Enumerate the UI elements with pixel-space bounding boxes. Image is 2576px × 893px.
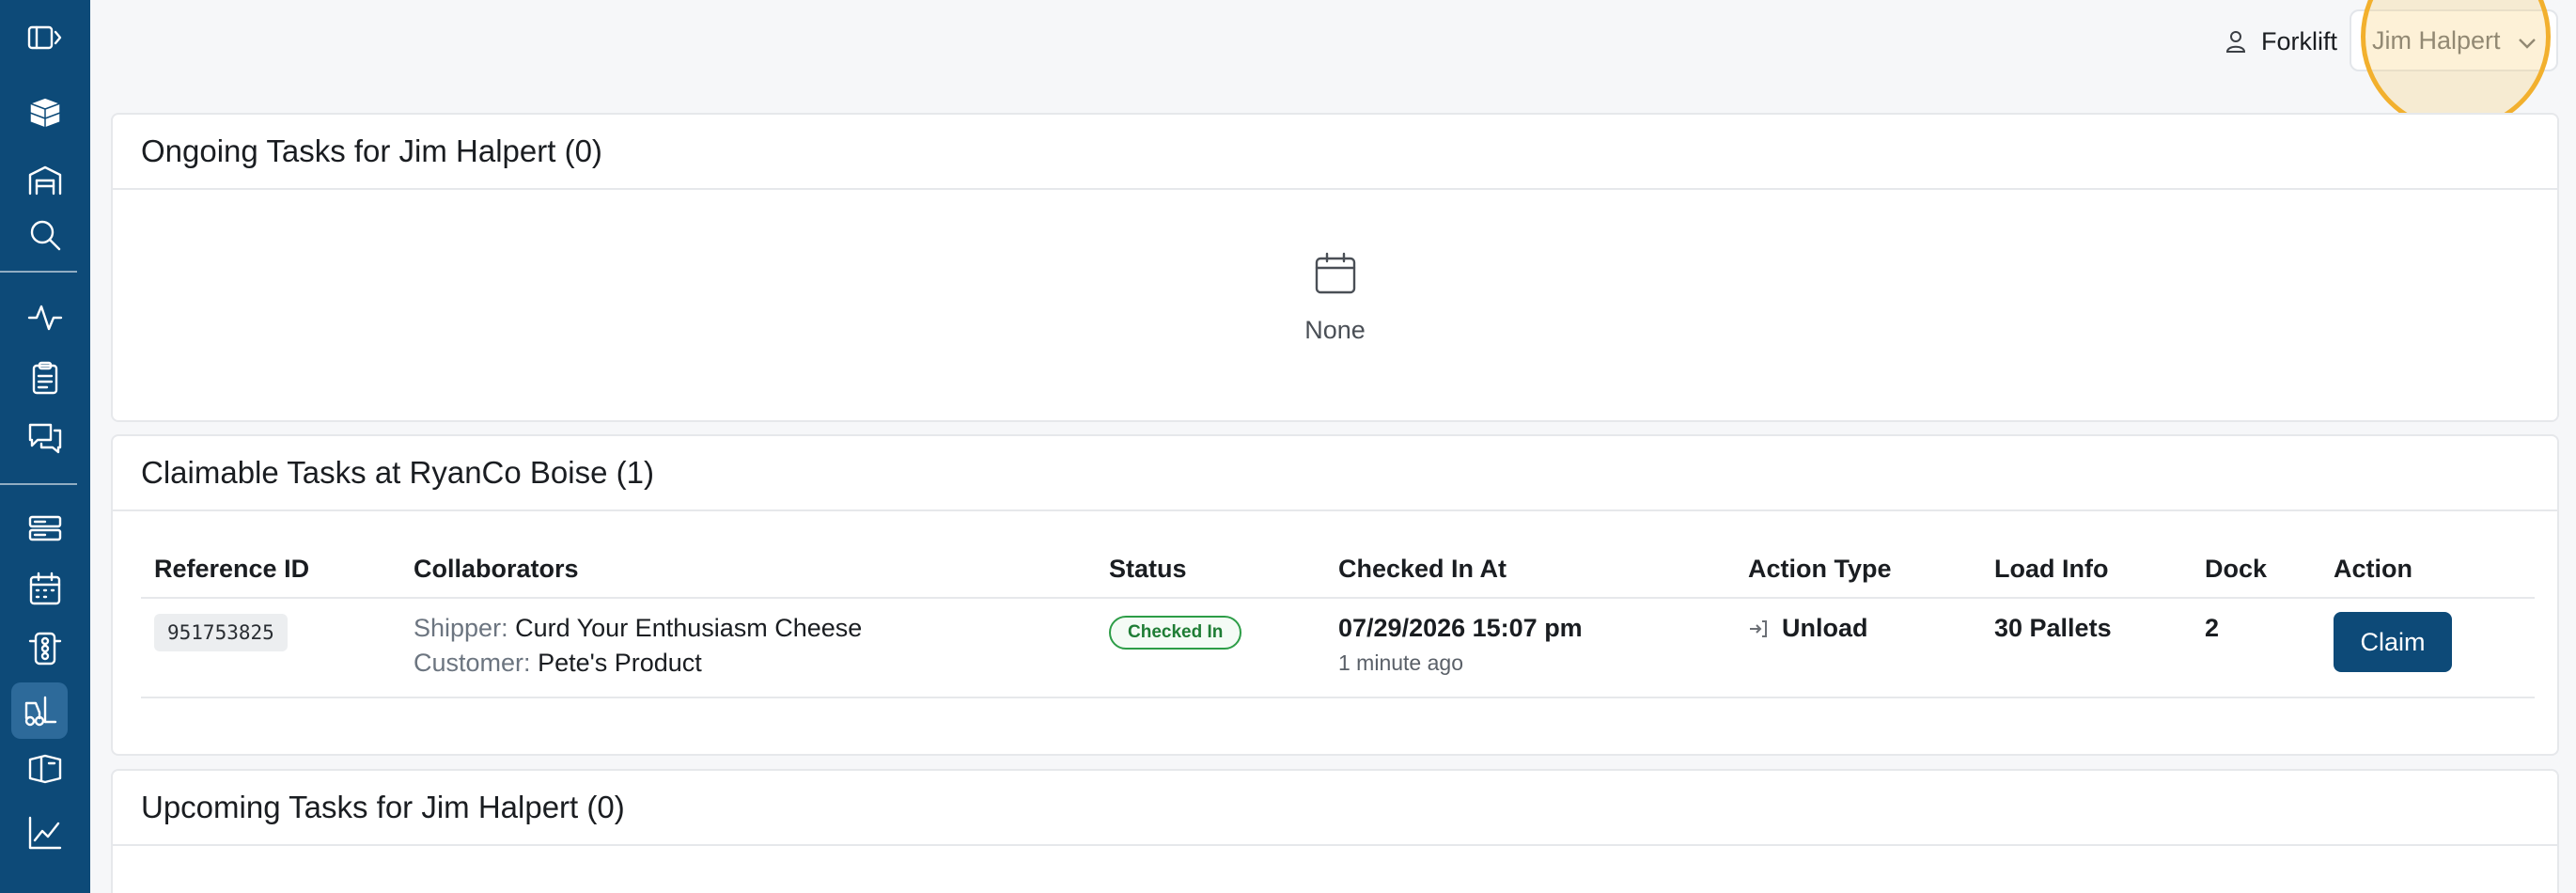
sidebar-item-warehouse[interactable] — [0, 154, 90, 207]
traffic-light-icon — [28, 632, 62, 666]
ongoing-tasks-panel: Ongoing Tasks for Jim Halpert (0) None — [111, 113, 2559, 422]
checked-in-relative: 1 minute ago — [1338, 650, 1463, 675]
status-badge: Checked In — [1109, 616, 1242, 650]
checked-in-cell: 07/29/2026 15:07 pm 1 minute ago — [1325, 598, 1735, 698]
cube-logo-icon — [29, 97, 61, 129]
box-icon — [28, 754, 62, 784]
user-select[interactable]: Jim Halpert — [2350, 9, 2558, 71]
calendar-icon — [1315, 252, 1355, 294]
column-header: Status — [1096, 541, 1325, 599]
user-icon — [2225, 31, 2246, 53]
upcoming-tasks-title: Upcoming Tasks for Jim Halpert (0) — [113, 771, 2557, 846]
column-header: Dock — [2192, 541, 2320, 599]
role-label: Forklift — [2261, 26, 2337, 55]
warehouse-icon — [28, 165, 62, 196]
claimable-tasks-title: Claimable Tasks at RyanCo Boise (1) — [113, 436, 2557, 511]
customer-label: Customer: — [414, 649, 531, 677]
sidebar-item-tasks[interactable] — [0, 352, 90, 404]
checked-in-time: 07/29/2026 15:07 pm — [1338, 614, 1583, 642]
sidebar-divider — [0, 271, 77, 273]
activity-icon — [27, 305, 63, 331]
table-row: 951753825 Shipper: Curd Your Enthusiasm … — [141, 598, 2535, 698]
claim-button[interactable]: Claim — [2334, 612, 2452, 672]
server-icon — [28, 515, 62, 541]
clipboard-icon — [32, 361, 58, 395]
sign-in-icon — [1750, 619, 1767, 637]
action-type-cell: Unload — [1735, 598, 1981, 698]
sidebar-item-dock-status[interactable] — [0, 622, 90, 675]
chevron-down-icon — [2519, 39, 2536, 49]
reference-id-cell: 951753825 — [141, 598, 400, 698]
empty-state: None — [113, 250, 2557, 345]
sidebar-item-activity[interactable] — [0, 291, 90, 344]
user-select-value: Jim Halpert — [2372, 25, 2501, 55]
sidebar-divider — [0, 483, 77, 485]
search-icon — [30, 220, 61, 251]
column-header: Reference ID — [141, 541, 400, 599]
claimable-tasks-panel: Claimable Tasks at RyanCo Boise (1) Refe… — [111, 434, 2559, 756]
chart-icon — [28, 816, 62, 850]
upcoming-tasks-panel: Upcoming Tasks for Jim Halpert (0) — [111, 769, 2559, 893]
column-header: Load Info — [1981, 541, 2192, 599]
calendar-icon — [29, 572, 61, 605]
chat-icon — [28, 423, 62, 454]
collaborators-cell: Shipper: Curd Your Enthusiasm Cheese Cus… — [400, 598, 1096, 698]
table-header-row: Reference ID Collaborators Status Checke… — [141, 541, 2535, 599]
sidebar — [0, 0, 90, 893]
column-header: Action Type — [1735, 541, 1981, 599]
sidebar-toggle-button[interactable] — [0, 11, 90, 64]
claimable-tasks-table: Reference ID Collaborators Status Checke… — [141, 541, 2535, 698]
empty-state-text: None — [1304, 316, 1366, 344]
sidebar-item-calendar[interactable] — [0, 562, 90, 615]
sidebar-item-messages[interactable] — [0, 412, 90, 464]
dock-number: 2 — [2205, 614, 2220, 642]
sidebar-item-docks[interactable] — [0, 502, 90, 555]
load-info-cell: 30 Pallets — [1981, 598, 2192, 698]
sidebar-item-search[interactable] — [0, 209, 90, 261]
load-info: 30 Pallets — [1994, 614, 2112, 642]
column-header: Checked In At — [1325, 541, 1735, 599]
customer-name: Pete's Product — [538, 649, 702, 677]
ongoing-tasks-title: Ongoing Tasks for Jim Halpert (0) — [113, 115, 2557, 190]
dock-cell: 2 — [2192, 598, 2320, 698]
app-logo[interactable] — [0, 86, 90, 139]
status-cell: Checked In — [1096, 598, 1325, 698]
shipper-name: Curd Your Enthusiasm Cheese — [515, 614, 863, 642]
shipper-label: Shipper: — [414, 614, 508, 642]
sidebar-expand-icon — [27, 25, 62, 50]
action-cell: Claim — [2320, 598, 2535, 698]
role-indicator: Forklift — [2224, 23, 2337, 60]
top-bar — [90, 0, 2576, 81]
column-header: Collaborators — [400, 541, 1096, 599]
column-header: Action — [2320, 541, 2535, 599]
sidebar-item-loads[interactable] — [0, 743, 90, 795]
sidebar-item-analytics[interactable] — [0, 807, 90, 859]
sidebar-item-forklift[interactable] — [11, 682, 68, 739]
reference-id: 951753825 — [154, 614, 288, 651]
action-type: Unload — [1782, 614, 1868, 642]
forklift-icon — [24, 696, 57, 727]
